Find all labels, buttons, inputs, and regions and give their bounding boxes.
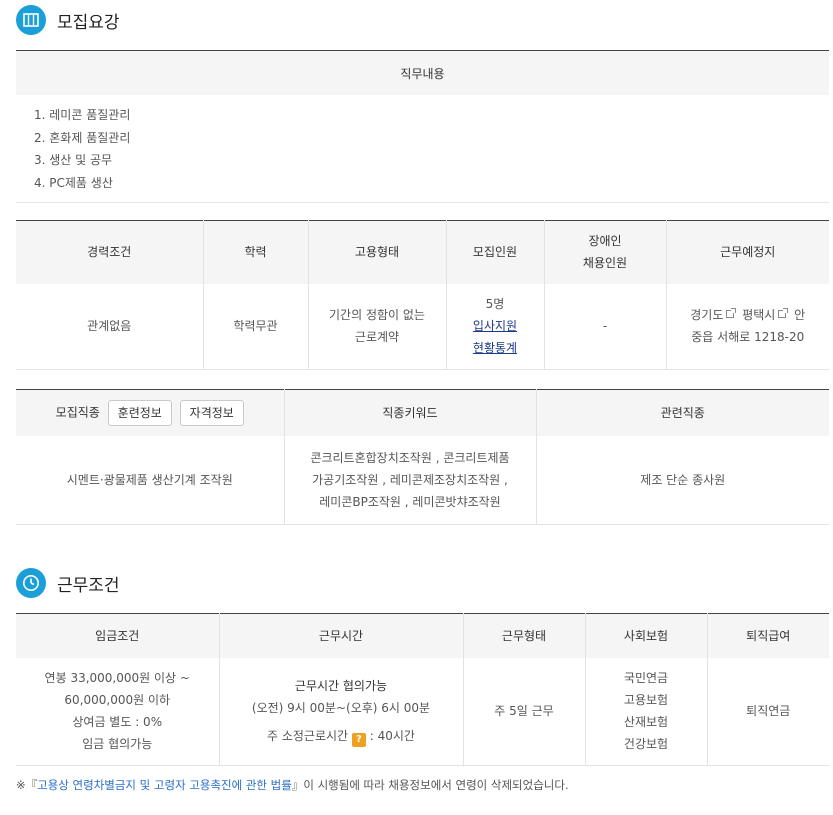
th-location: 근무예정지 [665, 220, 829, 284]
th-headcount: 모집인원 [445, 220, 544, 284]
help-icon[interactable]: ? [351, 733, 366, 748]
th-disabled-line2: 채용인원 [582, 256, 628, 271]
notice-suffix: 』이 시행됨에 따라 채용정보에서 연령이 삭제되었습니다. [291, 778, 569, 792]
age-notice: ※『고용상 연령차별금지 및 고령자 고용촉진에 관한 법률』이 시행됨에 따라… [16, 777, 569, 793]
hours-weekly-value: : 40시간 [369, 729, 415, 744]
headcount-value: 5명 [485, 297, 505, 312]
duty-list: 1. 레미콘 품질관리 2. 혼화제 품질관리 3. 생산 및 공무 4. PC… [16, 95, 829, 203]
hours-title: 근무시간 협의가능 [294, 679, 388, 694]
th-job-label: 모집직종 [55, 405, 100, 420]
stats-link[interactable]: 현황통계 [473, 341, 517, 355]
th-employment: 고용형태 [307, 220, 446, 284]
th-keyword: 직종키워드 [283, 389, 536, 436]
table-row: 관계없음 학력무관 기간의 정함이 없는 근로계약 5명 입사지원 현황통계 -… [16, 283, 829, 370]
insurance-item: 건강보험 [623, 737, 669, 752]
table-row: 시멘트·광물제품 생산기계 조작원 콘크리트혼합장치조작원 , 콘크리트제품 가… [16, 435, 829, 525]
wage-line2: 60,000,000원 이하 [64, 693, 171, 708]
duty-header: 직무내용 [16, 51, 829, 95]
wage-line3: 상여금 별도 : 0% [72, 715, 163, 730]
th-disabled: 장애인 채용인원 [543, 220, 666, 284]
td-keyword: 콘크리트혼합장치조작원 , 콘크리트제품 가공기조작원 , 레미콘제조장치조작원… [283, 435, 536, 525]
insurance-item: 국민연금 [623, 671, 669, 686]
td-employment: 기간의 정함이 없는 근로계약 [307, 283, 446, 370]
law-link[interactable]: 고용상 연령차별금지 및 고령자 고용촉진에 관한 법률 [37, 778, 292, 792]
list-item: 2. 혼화제 품질관리 [34, 130, 131, 145]
td-headcount: 5명 입사지원 현황통계 [445, 283, 544, 370]
th-disabled-line1: 장애인 [588, 234, 622, 249]
external-link-icon[interactable] [726, 308, 737, 319]
td-work-type: 주 5일 근무 [462, 657, 585, 766]
license-info-button[interactable]: 자격정보 [179, 399, 244, 426]
conditions-section-header: 근무조건 [16, 568, 120, 598]
external-link-icon[interactable] [778, 308, 789, 319]
list-item: 3. 생산 및 공무 [34, 153, 113, 167]
th-severance: 퇴직급여 [706, 613, 829, 658]
keyword-line3: 레미콘BP조작원 , 레미콘밧챠조작원 [319, 494, 501, 509]
duty-box: 직무내용 1. 레미콘 품질관리 2. 혼화제 품질관리 3. 생산 및 공무 … [16, 50, 829, 203]
recruit-section-title: 모집요강 [57, 12, 120, 33]
th-hours: 근무시간 [218, 613, 463, 658]
td-related: 제조 단순 종사원 [535, 435, 829, 525]
location-rest: 안 [794, 308, 806, 323]
location-province: 경기도 [690, 308, 724, 323]
list-item: 1. 레미콘 품질관리 [34, 108, 131, 122]
td-disabled: - [543, 283, 666, 370]
recruit-section-header: 모집요강 [16, 5, 120, 35]
keyword-line2: 가공기조작원 , 레미콘제조장치조작원 , [312, 472, 508, 487]
table-header-row: 임금조건 근무시간 근무형태 사회보험 퇴직급여 [16, 613, 829, 658]
td-experience: 관계없음 [16, 283, 203, 370]
conditions-section-title: 근무조건 [57, 575, 120, 596]
apply-link[interactable]: 입사지원 [473, 319, 517, 333]
th-education: 학력 [202, 220, 308, 284]
book-icon [16, 5, 46, 35]
td-education: 학력무관 [202, 283, 308, 370]
hours-detail: (오전) 9시 00분~(오후) 6시 00분 [251, 701, 431, 716]
keyword-line1: 콘크리트혼합장치조작원 , 콘크리트제품 [310, 450, 510, 465]
location-line2: 중읍 서해로 1218-20 [691, 330, 805, 345]
td-wage: 연봉 33,000,000원 이상 ~ 60,000,000원 이하 상여금 별… [16, 657, 219, 766]
table-header-row: 경력조건 학력 고용형태 모집인원 장애인 채용인원 근무예정지 [16, 220, 829, 284]
job-table: 모집직종 훈련정보 자격정보 직종키워드 관련직종 시멘트·광물제품 생산기계 … [16, 389, 829, 525]
th-wage: 임금조건 [16, 613, 219, 658]
th-insurance: 사회보험 [584, 613, 707, 658]
wage-line4: 임금 협의가능 [82, 737, 153, 752]
th-experience: 경력조건 [16, 220, 203, 284]
td-employment-line1: 기간의 정함이 없는 [329, 308, 425, 323]
th-related: 관련직종 [535, 389, 829, 436]
insurance-item: 고용보험 [623, 693, 669, 708]
th-work-type: 근무형태 [462, 613, 585, 658]
hours-weekly-label: 주 소정근로시간 [267, 729, 349, 744]
clock-icon [16, 568, 46, 598]
td-job: 시멘트·광물제품 생산기계 조작원 [16, 435, 284, 525]
location-city: 평택시 [742, 308, 776, 323]
th-job: 모집직종 훈련정보 자격정보 [16, 389, 284, 436]
training-info-button[interactable]: 훈련정보 [107, 399, 172, 426]
table-header-row: 모집직종 훈련정보 자격정보 직종키워드 관련직종 [16, 389, 829, 436]
td-hours: 근무시간 협의가능 (오전) 9시 00분~(오후) 6시 00분 주 소정근로… [218, 657, 463, 766]
td-location: 경기도 평택시 안 중읍 서해로 1218-20 [665, 283, 829, 370]
table-row: 연봉 33,000,000원 이상 ~ 60,000,000원 이하 상여금 별… [16, 657, 829, 766]
td-insurance: 국민연금 고용보험 산재보험 건강보험 [584, 657, 707, 766]
conditions-table: 임금조건 근무시간 근무형태 사회보험 퇴직급여 연봉 33,000,000원 … [16, 613, 829, 766]
wage-line1: 연봉 33,000,000원 이상 ~ [44, 671, 190, 686]
list-item: 4. PC제품 생산 [34, 175, 113, 190]
td-severance: 퇴직연금 [706, 657, 829, 766]
hours-weekly: 주 소정근로시간 ? : 40시간 [220, 725, 463, 748]
insurance-item: 산재보험 [623, 715, 669, 730]
recruit-table: 경력조건 학력 고용형태 모집인원 장애인 채용인원 근무예정지 관계없음 학력… [16, 220, 829, 370]
notice-prefix: ※『 [16, 778, 38, 792]
td-employment-line2: 근로계약 [354, 330, 400, 345]
